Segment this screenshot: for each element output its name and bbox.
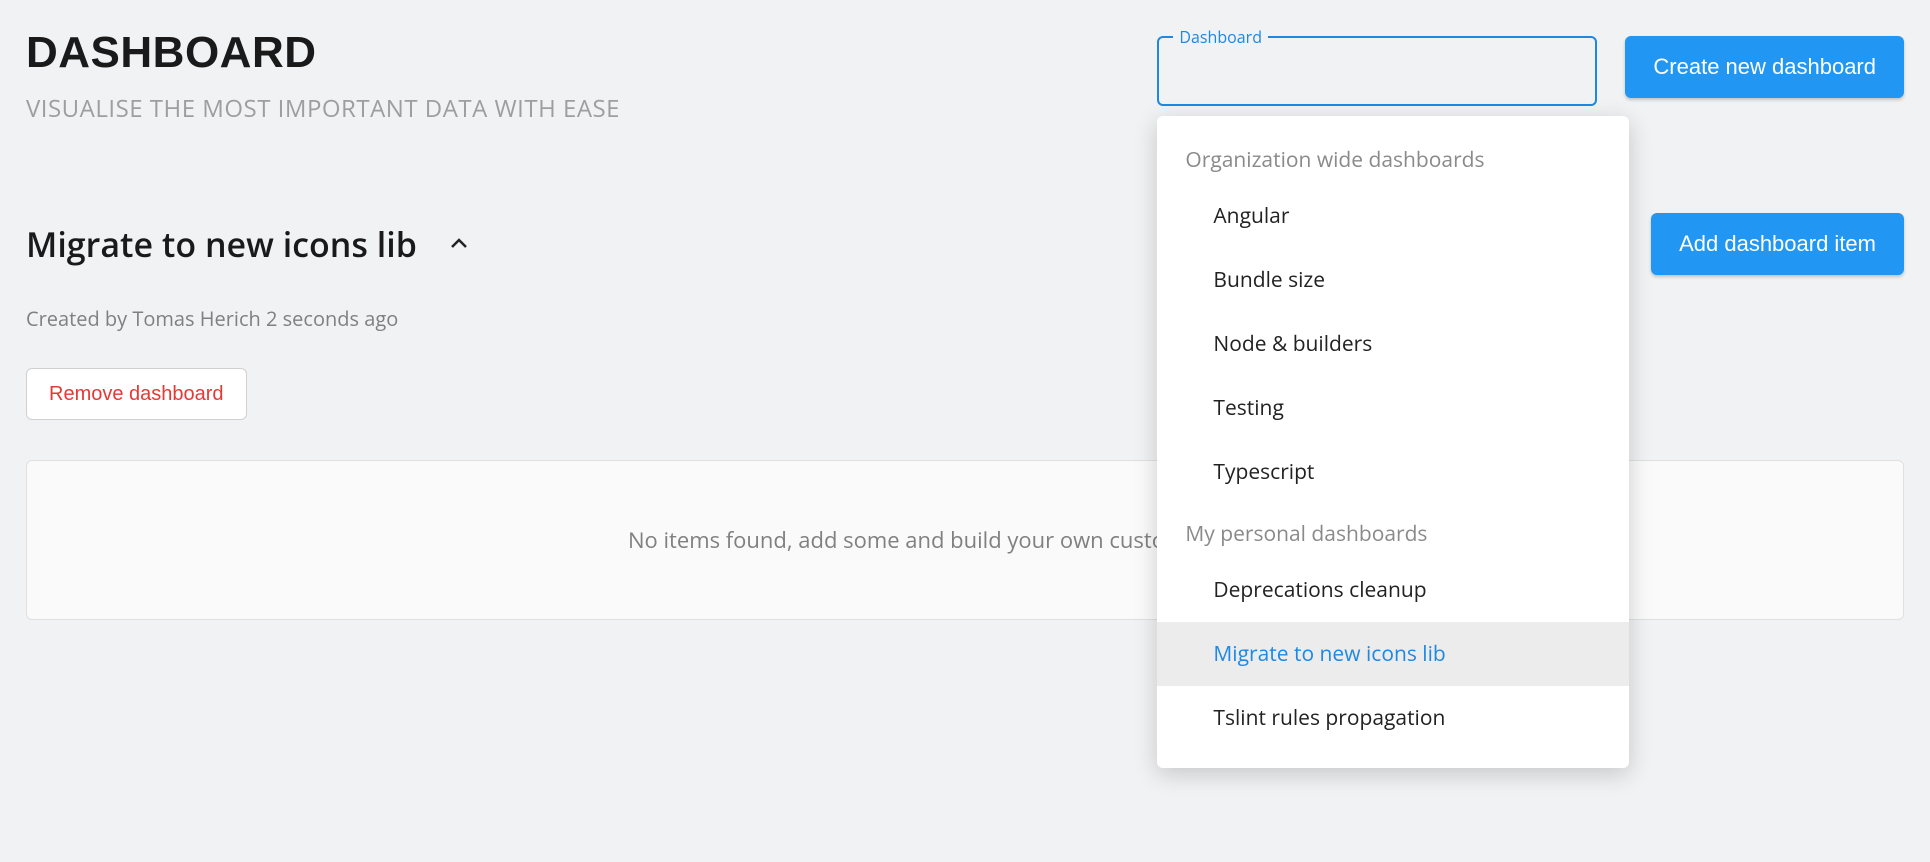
dropdown-item-migrate-icons[interactable]: Migrate to new icons lib	[1157, 622, 1629, 686]
chevron-up-icon[interactable]	[447, 232, 471, 256]
dropdown-item-testing[interactable]: Testing	[1157, 376, 1629, 440]
dropdown-item-bundle-size[interactable]: Bundle size	[1157, 248, 1629, 312]
create-dashboard-button[interactable]: Create new dashboard	[1625, 36, 1904, 98]
dropdown-item-typescript[interactable]: Typescript	[1157, 440, 1629, 504]
page-subtitle: VISUALISE THE MOST IMPORTANT DATA WITH E…	[26, 92, 1157, 125]
dashboard-select-label: Dashboard	[1173, 26, 1268, 48]
dropdown-item-node-builders[interactable]: Node & builders	[1157, 312, 1629, 376]
dashboard-select-dropdown: Organization wide dashboards Angular Bun…	[1157, 116, 1629, 768]
remove-dashboard-button[interactable]: Remove dashboard	[26, 368, 247, 420]
add-dashboard-item-button[interactable]: Add dashboard item	[1651, 213, 1904, 275]
dropdown-group-label-org: Organization wide dashboards	[1157, 130, 1629, 184]
dropdown-item-angular[interactable]: Angular	[1157, 184, 1629, 248]
dropdown-item-deprecations-cleanup[interactable]: Deprecations cleanup	[1157, 558, 1629, 622]
dropdown-item-tslint-rules[interactable]: Tslint rules propagation	[1157, 686, 1629, 750]
current-dashboard-title: Migrate to new icons lib	[26, 221, 417, 267]
page-title: DASHBOARD	[26, 28, 1157, 78]
dashboard-select[interactable]: Dashboard	[1157, 36, 1597, 106]
dropdown-group-label-personal: My personal dashboards	[1157, 504, 1629, 558]
